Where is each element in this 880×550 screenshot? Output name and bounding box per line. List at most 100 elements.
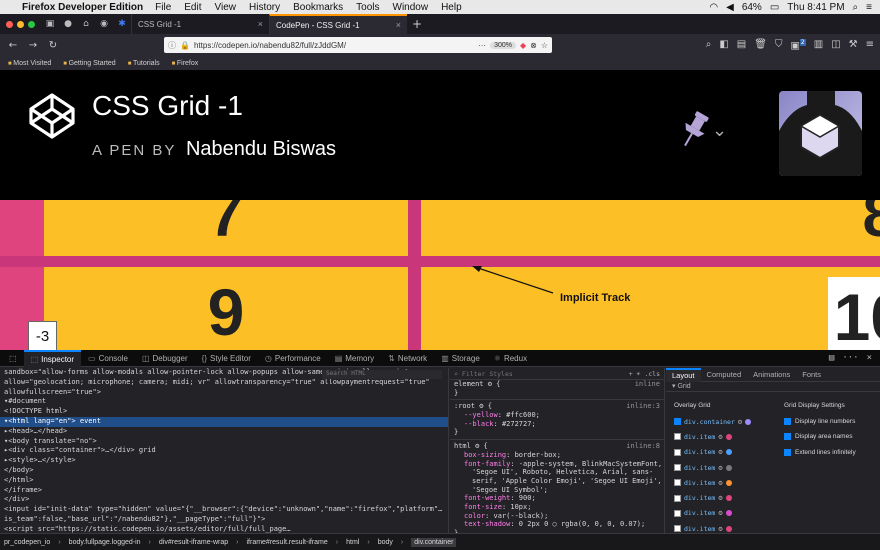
- breadcrumb-item[interactable]: html: [346, 539, 359, 546]
- lock-icon[interactable]: 🔒: [180, 41, 190, 50]
- css-property-value[interactable]: 10px;: [510, 503, 531, 511]
- grid-color-swatch[interactable]: [725, 464, 732, 471]
- close-tab-icon[interactable]: ×: [258, 19, 263, 29]
- app-menu[interactable]: Firefox Developer Edition: [22, 2, 143, 13]
- pinned-tab-3[interactable]: ⌂: [77, 14, 95, 34]
- breadcrumb-item[interactable]: div#result-iframe-wrap: [159, 539, 228, 546]
- display-setting-checkbox[interactable]: [784, 418, 791, 426]
- pin-icon[interactable]: [676, 110, 712, 152]
- display-setting-row[interactable]: Display line numbers: [784, 414, 880, 429]
- highlight-node-icon[interactable]: ⚙: [718, 464, 722, 472]
- devtools-tab-redux[interactable]: ⚛ Redux: [487, 350, 534, 367]
- highlight-node-icon[interactable]: ⚙: [718, 525, 722, 533]
- rule-source-link[interactable]: inline:3: [626, 402, 664, 411]
- rules-toolbar-buttons[interactable]: + ☀ .cls: [629, 370, 664, 378]
- overlay-checkbox[interactable]: [674, 464, 681, 472]
- grid-color-swatch[interactable]: [725, 510, 732, 517]
- breadcrumb-item[interactable]: iframe#result.result-iframe: [246, 539, 327, 546]
- breadcrumb-item[interactable]: body.fullpage.logged-in: [69, 539, 141, 546]
- display-setting-checkbox[interactable]: [784, 433, 791, 441]
- more-actions-icon[interactable]: ···: [478, 41, 486, 50]
- css-property-name[interactable]: font-size: [464, 503, 502, 511]
- grid-section-header[interactable]: ▾ Grid: [666, 382, 880, 392]
- codepen-logo-icon[interactable]: [28, 92, 76, 140]
- trash-icon[interactable]: 🗑: [754, 39, 767, 51]
- markup-node-row[interactable]: ▾<html lang="en"> event: [0, 416, 448, 427]
- extension-search-icon[interactable]: ⌕: [706, 39, 712, 51]
- grid-color-swatch[interactable]: [725, 449, 732, 456]
- overlay-checkbox[interactable]: [674, 509, 681, 517]
- markup-node-row[interactable]: </body>: [0, 466, 448, 476]
- forward-icon[interactable]: →: [26, 40, 40, 51]
- user-avatar[interactable]: [779, 91, 862, 176]
- overlay-grid-item[interactable]: div.item ⚙: [674, 460, 782, 475]
- zoom-indicator[interactable]: 300%: [490, 41, 516, 49]
- rule-source-link[interactable]: inline: [635, 380, 664, 389]
- dock-icon[interactable]: ▤: [829, 353, 834, 363]
- grid-color-swatch[interactable]: [725, 479, 732, 486]
- bookmark-firefox[interactable]: Firefox: [172, 60, 198, 67]
- volume-icon[interactable]: ◀: [726, 2, 734, 13]
- wifi-icon[interactable]: ◠: [709, 2, 718, 13]
- css-property-name[interactable]: text-shadow: [464, 520, 510, 528]
- clock[interactable]: Thu 8:41 PM: [787, 2, 844, 13]
- markup-node-row[interactable]: allowfullscreen="true">: [0, 388, 448, 398]
- overlay-checkbox[interactable]: [674, 525, 681, 533]
- extension-icon-2[interactable]: ▤: [737, 39, 746, 51]
- markup-node-row[interactable]: </iframe>: [0, 486, 448, 496]
- overlay-checkbox[interactable]: [674, 418, 681, 426]
- url-bar[interactable]: ⓘ 🔒 https://codepen.io/nabendu82/full/zJ…: [164, 37, 552, 53]
- tab-css-grid[interactable]: CSS Grid -1 ×: [131, 14, 269, 34]
- filter-styles-input[interactable]: Filter Styles: [462, 370, 513, 378]
- reader-mode-icon[interactable]: ⊗: [530, 41, 537, 50]
- overlay-grid-item[interactable]: div.container ⚙: [674, 414, 782, 429]
- back-icon[interactable]: ←: [6, 40, 20, 51]
- overlay-checkbox[interactable]: [674, 433, 681, 441]
- css-property-name[interactable]: font-family: [464, 460, 510, 468]
- url-text[interactable]: https://codepen.io/nabendu82/full/zJddGM…: [194, 41, 474, 50]
- pick-element-icon[interactable]: ⬚: [2, 350, 24, 367]
- display-setting-row[interactable]: Extend lines infinitely: [784, 445, 880, 460]
- markup-node-row[interactable]: </html>: [0, 476, 448, 486]
- bookmark-tutorials[interactable]: Tutorials: [128, 60, 160, 67]
- reload-icon[interactable]: ↻: [46, 40, 60, 51]
- css-property-value[interactable]: #ffc600;: [506, 411, 540, 419]
- sidebar-tab-fonts[interactable]: Fonts: [796, 368, 827, 382]
- menu-bookmarks[interactable]: Bookmarks: [293, 2, 343, 13]
- sidebar-icon[interactable]: ◫: [831, 39, 840, 51]
- shield-icon[interactable]: ⛉: [775, 39, 783, 51]
- overlay-grid-item[interactable]: div.item ⚙: [674, 429, 782, 444]
- overlay-grid-item[interactable]: div.item ⚙: [674, 490, 782, 505]
- breadcrumb-item[interactable]: div.container: [411, 537, 457, 547]
- devtools-tab-performance[interactable]: ◷ Performance: [258, 350, 328, 367]
- minimize-window-button[interactable]: [17, 20, 24, 28]
- markup-node-row[interactable]: <input id="init-data" type="hidden" valu…: [0, 505, 448, 515]
- highlight-node-icon[interactable]: ⚙: [718, 433, 722, 441]
- rule-source-link[interactable]: inline:8: [626, 442, 664, 451]
- overlay-checkbox[interactable]: [674, 479, 681, 487]
- markup-node-row[interactable]: </div>: [0, 495, 448, 505]
- author-link[interactable]: Nabendu Biswas: [186, 138, 336, 160]
- markup-node-row[interactable]: ▾#document: [0, 397, 448, 407]
- sidebar-tab-layout[interactable]: Layout: [666, 368, 701, 382]
- css-property-value[interactable]: 900;: [519, 494, 536, 502]
- menu-help[interactable]: Help: [441, 2, 462, 13]
- devtools-tab-debugger[interactable]: ◫ Debugger: [135, 350, 195, 367]
- bookmark-star-icon[interactable]: ☆: [541, 41, 548, 50]
- menu-tools[interactable]: Tools: [356, 2, 379, 13]
- devtools-tab-inspector[interactable]: ⬚ Inspector: [23, 349, 82, 367]
- spotlight-icon[interactable]: ⌕: [853, 2, 859, 13]
- display-setting-row[interactable]: Display area names: [784, 429, 880, 444]
- css-property-name[interactable]: --black: [464, 420, 494, 428]
- chevron-down-icon[interactable]: ⌄: [712, 120, 727, 141]
- overlay-grid-item[interactable]: div.item ⚙: [674, 506, 782, 521]
- grid-color-swatch[interactable]: [725, 525, 732, 532]
- menu-view[interactable]: View: [215, 2, 237, 13]
- bookmark-getting-started[interactable]: Getting Started: [63, 60, 116, 67]
- overlay-grid-item[interactable]: div.item ⚙: [674, 521, 782, 533]
- css-property-name[interactable]: box-sizing: [464, 451, 506, 459]
- highlight-node-icon[interactable]: ⚙: [718, 479, 722, 487]
- devtools-tab-memory[interactable]: ▤ Memory: [328, 350, 381, 367]
- overlay-checkbox[interactable]: [674, 494, 681, 502]
- sidebar-tab-computed[interactable]: Computed: [701, 368, 748, 382]
